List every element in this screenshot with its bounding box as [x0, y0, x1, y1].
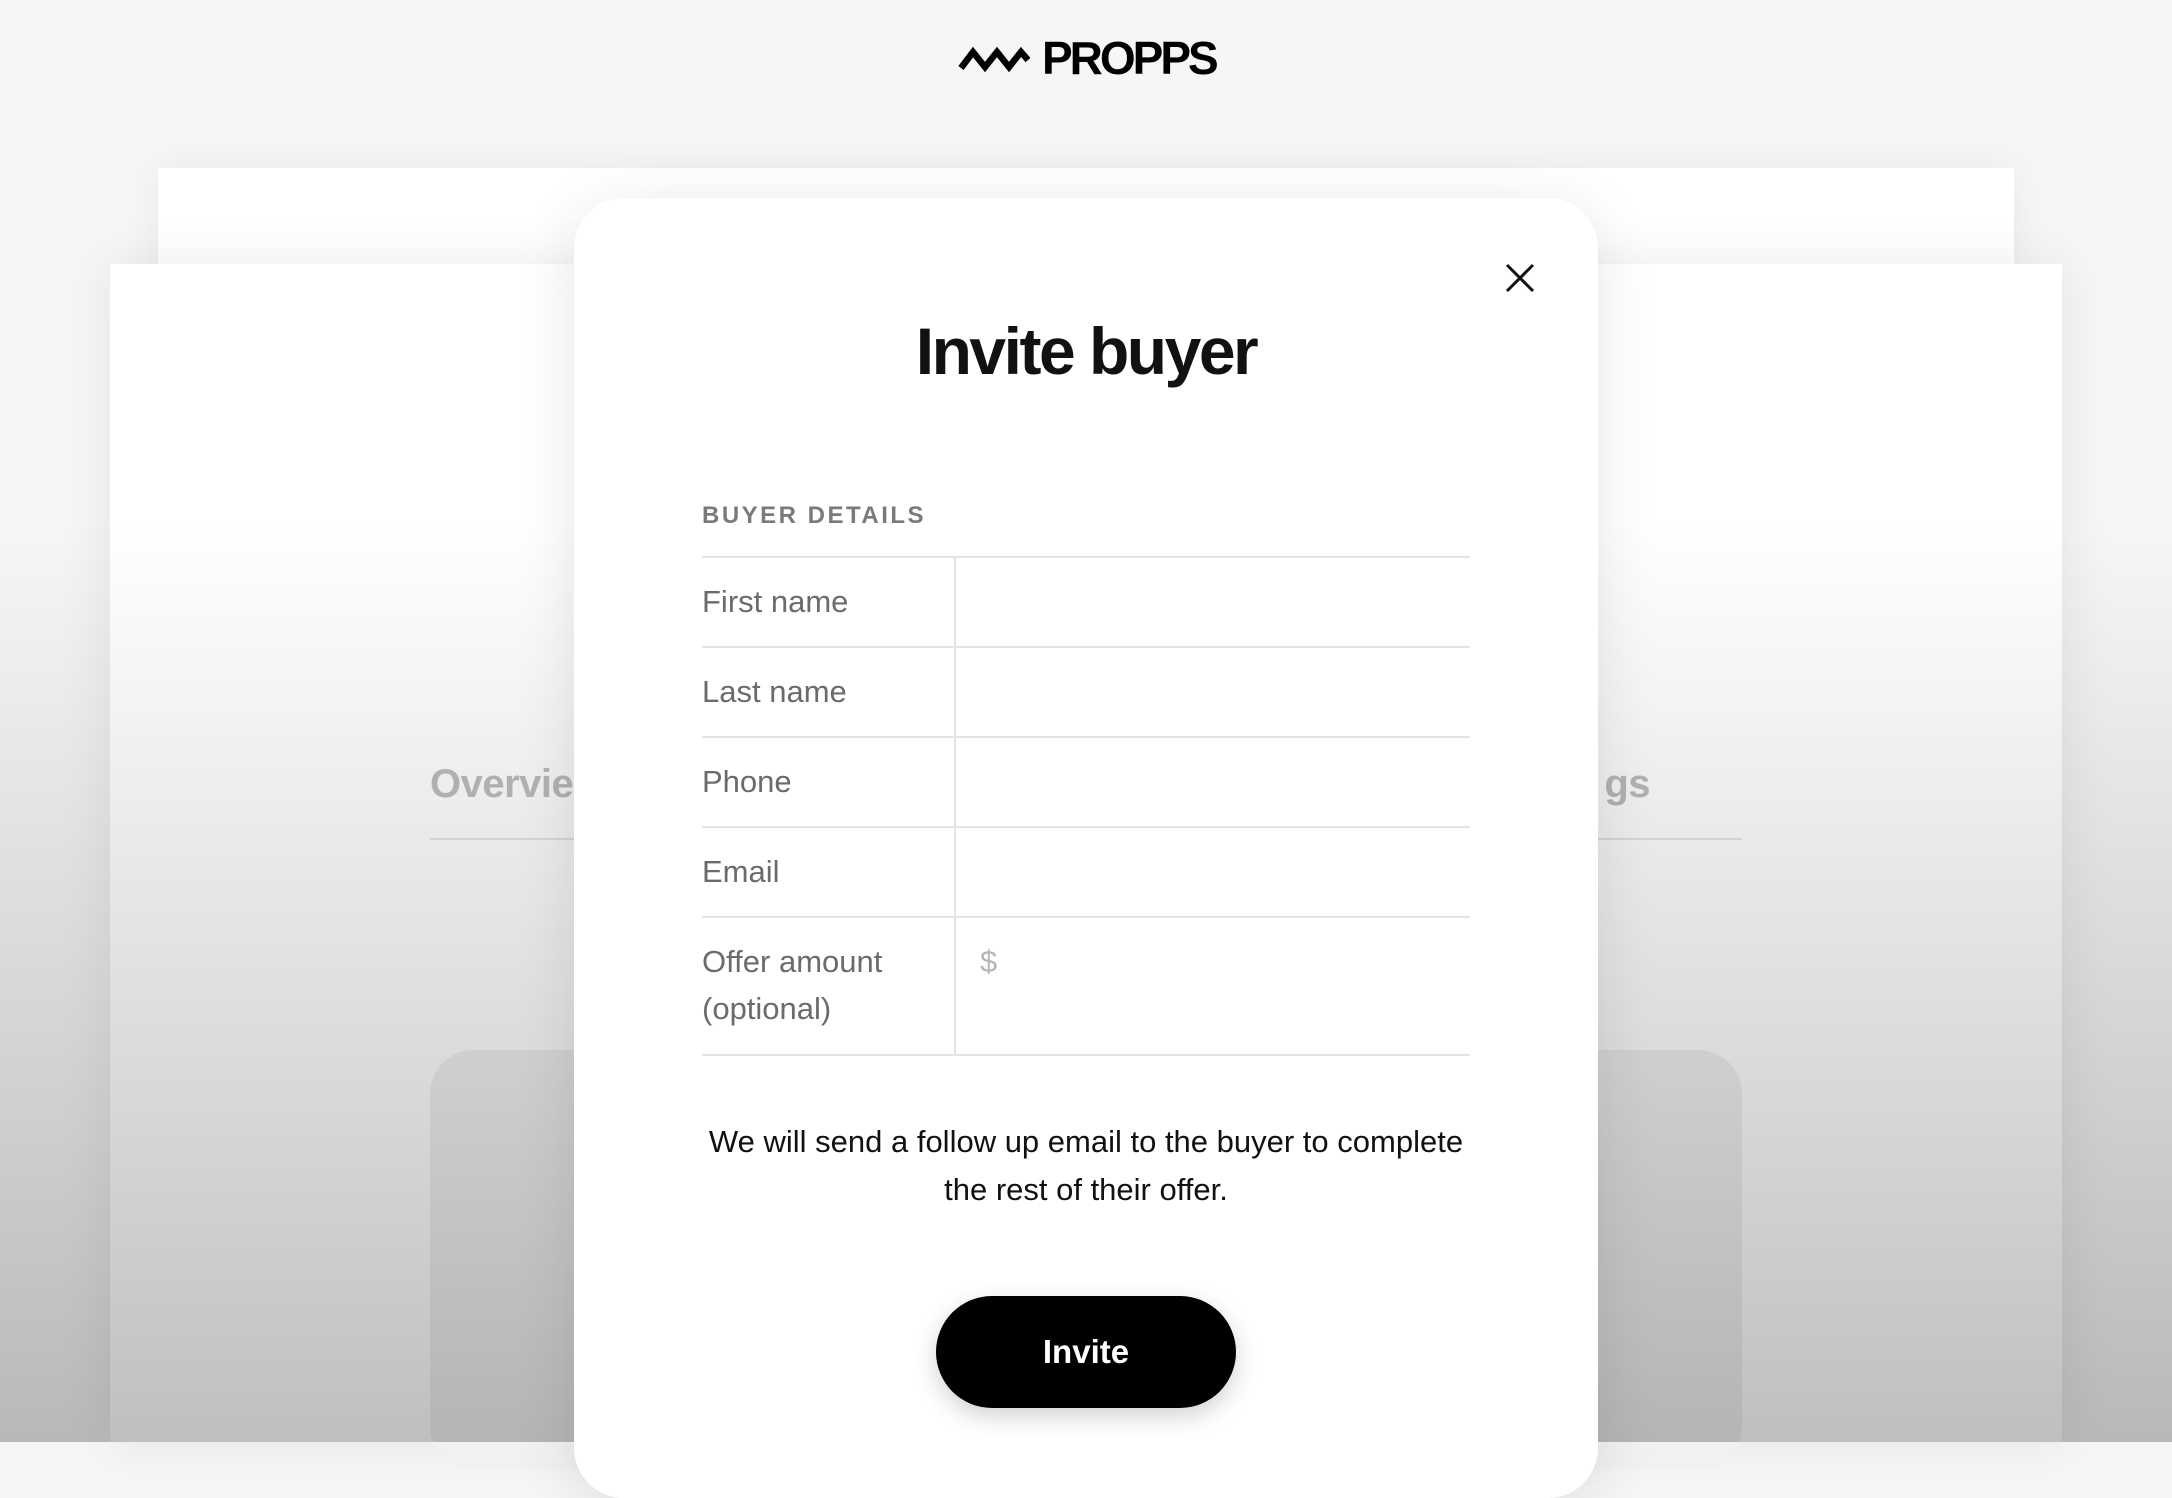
email-label: Email [702, 828, 956, 916]
zigzag-wave-icon [958, 46, 1030, 73]
form-row-phone: Phone [702, 738, 1470, 828]
buyer-details-form: First name Last name Phone Email Offer a… [702, 556, 1470, 1056]
close-button[interactable] [1492, 250, 1548, 306]
first-name-label: First name [702, 558, 956, 646]
invite-buyer-modal: Invite buyer BUYER DETAILS First name La… [574, 198, 1598, 1498]
form-row-first-name: First name [702, 558, 1470, 648]
brand-logo: PROPPS [958, 32, 1219, 84]
modal-title: Invite buyer [915, 314, 1259, 388]
offer-amount-input[interactable] [956, 918, 1470, 1006]
invite-button[interactable]: Invite [936, 1296, 1236, 1408]
tab-overview[interactable]: Overvie [430, 762, 574, 807]
tab-settings[interactable]: gs [1604, 762, 1650, 807]
close-icon [1505, 263, 1535, 293]
last-name-label: Last name [702, 648, 956, 736]
offer-amount-label: Offer amount (optional) [702, 918, 956, 1054]
section-label: BUYER DETAILS [702, 502, 927, 529]
follow-up-note: We will send a follow up email to the bu… [708, 1124, 1464, 1207]
form-row-offer-amount: Offer amount (optional) [702, 918, 1470, 1056]
form-row-email: Email [702, 828, 1470, 918]
form-row-last-name: Last name [702, 648, 1470, 738]
first-name-input[interactable] [956, 558, 1470, 646]
phone-label: Phone [702, 738, 956, 826]
email-input[interactable] [956, 828, 1470, 916]
phone-input[interactable] [956, 738, 1470, 826]
last-name-input[interactable] [956, 648, 1470, 736]
brand-name: PROPPS [1042, 32, 1219, 84]
